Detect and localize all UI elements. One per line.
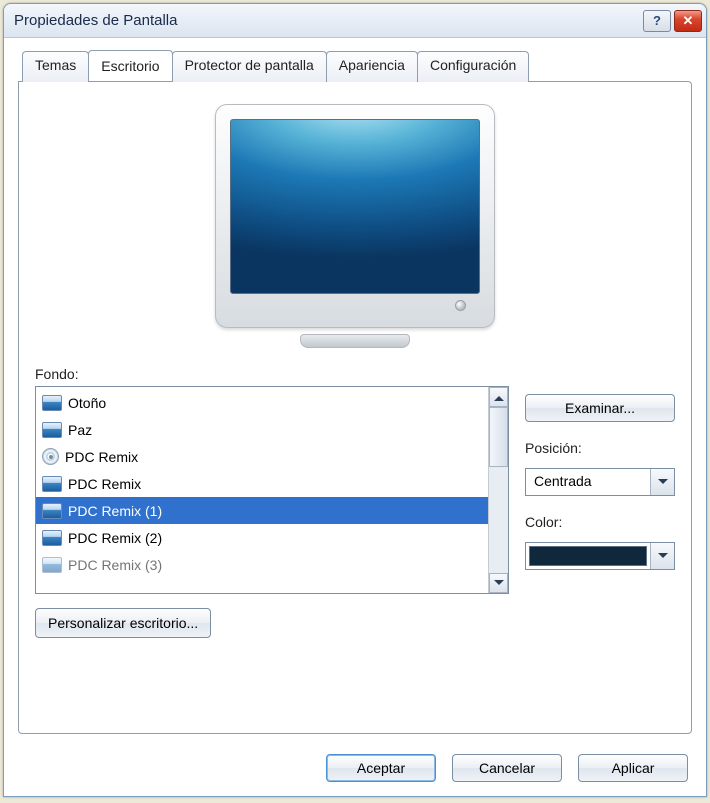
tab-appearance[interactable]: Apariencia: [326, 51, 418, 82]
list-item[interactable]: PDC Remix (3): [36, 551, 488, 578]
tab-themes[interactable]: Temas: [22, 51, 89, 82]
image-icon: [42, 395, 62, 411]
dropdown-arrow-icon[interactable]: [650, 469, 674, 495]
client-area: Temas Escritorio Protector de pantalla A…: [4, 38, 706, 742]
disc-icon: [42, 448, 59, 465]
scroll-up-button[interactable]: [489, 387, 508, 407]
cancel-button[interactable]: Cancelar: [452, 754, 562, 782]
list-item[interactable]: PDC Remix (2): [36, 524, 488, 551]
monitor-preview: [215, 104, 495, 348]
scroll-thumb[interactable]: [489, 407, 508, 467]
image-icon: [42, 503, 62, 519]
dropdown-arrow-icon[interactable]: [650, 543, 674, 569]
wallpaper-preview: [35, 96, 675, 366]
list-item[interactable]: Otoño: [36, 389, 488, 416]
list-item[interactable]: PDC Remix: [36, 443, 488, 470]
monitor-power-led-icon: [455, 300, 466, 311]
monitor-screen: [230, 119, 480, 294]
apply-button[interactable]: Aplicar: [578, 754, 688, 782]
image-icon: [42, 422, 62, 438]
scroll-track[interactable]: [489, 407, 508, 573]
image-icon: [42, 557, 62, 573]
list-item[interactable]: Paz: [36, 416, 488, 443]
tab-desktop[interactable]: Escritorio: [88, 50, 172, 81]
help-button[interactable]: ?: [643, 10, 671, 32]
image-icon: [42, 530, 62, 546]
color-swatch: [529, 546, 647, 566]
image-icon: [42, 476, 62, 492]
background-label: Fondo:: [35, 366, 509, 382]
list-item-selected[interactable]: PDC Remix (1): [36, 497, 488, 524]
position-value: Centrada: [526, 469, 650, 495]
list-item[interactable]: PDC Remix: [36, 470, 488, 497]
close-button[interactable]: ✕: [674, 10, 702, 32]
color-picker[interactable]: [525, 542, 675, 570]
tab-settings[interactable]: Configuración: [417, 51, 529, 82]
wallpaper-list[interactable]: Otoño Paz PDC Remix: [35, 386, 509, 594]
color-label: Color:: [525, 514, 675, 530]
browse-button[interactable]: Examinar...: [525, 394, 675, 422]
titlebar[interactable]: Propiedades de Pantalla ? ✕: [4, 4, 706, 38]
tab-screensaver[interactable]: Protector de pantalla: [172, 51, 327, 82]
ok-button[interactable]: Aceptar: [326, 754, 436, 782]
dialog-footer: Aceptar Cancelar Aplicar: [4, 742, 706, 796]
position-select[interactable]: Centrada: [525, 468, 675, 496]
scroll-down-button[interactable]: [489, 573, 508, 593]
chevron-down-icon: [494, 577, 504, 590]
list-scrollbar[interactable]: [488, 387, 508, 593]
customize-desktop-button[interactable]: Personalizar escritorio...: [35, 608, 211, 638]
tab-panel-desktop: Fondo: Otoño Paz: [18, 81, 692, 734]
position-label: Posición:: [525, 440, 675, 456]
display-properties-window: Propiedades de Pantalla ? ✕ Temas Escrit…: [3, 3, 707, 797]
tab-strip: Temas Escritorio Protector de pantalla A…: [22, 50, 692, 81]
close-icon: ✕: [683, 13, 694, 29]
chevron-up-icon: [494, 391, 504, 404]
window-title: Propiedades de Pantalla: [14, 12, 643, 29]
